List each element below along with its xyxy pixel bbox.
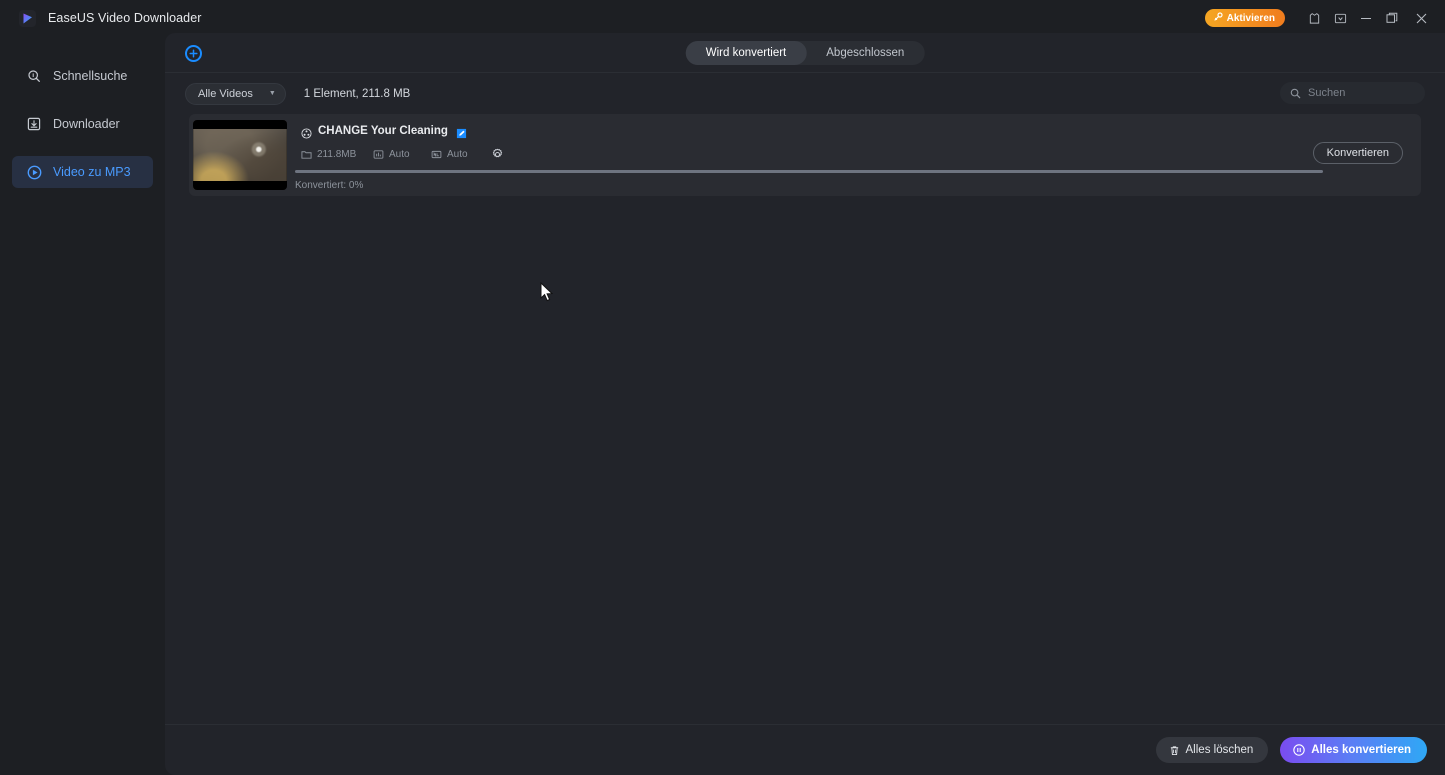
folder-icon bbox=[301, 149, 312, 160]
activate-label: Aktivieren bbox=[1227, 13, 1275, 24]
maximize-icon[interactable] bbox=[1379, 0, 1405, 36]
clear-all-button[interactable]: Alles löschen bbox=[1156, 737, 1269, 763]
download-box-icon bbox=[26, 116, 42, 132]
clear-all-label: Alles löschen bbox=[1186, 744, 1254, 756]
search-icon bbox=[26, 68, 42, 84]
sidebar-item-video-zu-mp3[interactable]: Video zu MP3 bbox=[12, 156, 153, 188]
menu-dropdown-icon[interactable] bbox=[1327, 0, 1353, 36]
meta-filesize: 211.8MB bbox=[301, 149, 373, 160]
app-logo-icon bbox=[19, 10, 36, 27]
play-circle-icon bbox=[26, 164, 42, 180]
progress-label: Konvertiert: 0% bbox=[295, 180, 363, 191]
convert-all-button[interactable]: Alles konvertieren bbox=[1280, 737, 1427, 763]
app-window: EaseUS Video Downloader Aktivieren bbox=[0, 0, 1445, 775]
filter-bar: Alle Videos ▼ 1 Element, 211.8 MB bbox=[165, 73, 1445, 114]
gift-icon[interactable] bbox=[1301, 0, 1327, 36]
video-format-icon bbox=[373, 149, 384, 160]
conversion-list: CHANGE Your Cleaning bbox=[165, 114, 1445, 704]
sidebar-item-downloader[interactable]: Downloader bbox=[12, 108, 153, 140]
content-panel: Wird konvertiert Abgeschlossen Alle Vide… bbox=[165, 33, 1445, 775]
plus-circle-icon[interactable] bbox=[185, 45, 202, 62]
play-pause-circle-icon bbox=[1293, 744, 1305, 756]
edit-square-icon[interactable] bbox=[456, 126, 467, 137]
list-item-meta: 211.8MB Auto bbox=[301, 148, 1421, 161]
sidebar: Schnellsuche Downloader Video zu MP3 bbox=[0, 36, 165, 775]
app-title: EaseUS Video Downloader bbox=[48, 11, 202, 25]
progress-bar bbox=[295, 170, 1323, 173]
film-reel-icon bbox=[301, 126, 312, 137]
meta-video-format: Auto bbox=[373, 149, 431, 160]
chevron-down-icon: ▼ bbox=[269, 90, 276, 97]
search-input[interactable] bbox=[1308, 87, 1445, 99]
footer-bar: Alles löschen Alles konvertieren bbox=[165, 724, 1445, 775]
gear-icon[interactable] bbox=[491, 148, 504, 161]
video-type-select[interactable]: Alle Videos ▼ bbox=[185, 83, 286, 105]
video-type-select-value: Alle Videos bbox=[198, 88, 253, 100]
thumbnail-image bbox=[193, 120, 287, 190]
minimize-icon[interactable] bbox=[1353, 0, 1379, 36]
search-icon bbox=[1290, 88, 1301, 99]
status-tabs: Wird konvertiert Abgeschlossen bbox=[686, 41, 925, 65]
tab-abgeschlossen[interactable]: Abgeschlossen bbox=[806, 41, 924, 65]
activate-button[interactable]: Aktivieren bbox=[1205, 9, 1285, 27]
list-item[interactable]: CHANGE Your Cleaning bbox=[189, 114, 1421, 196]
letterbox-bottom bbox=[193, 181, 287, 190]
sidebar-item-schnellsuche[interactable]: Schnellsuche bbox=[12, 60, 153, 92]
progress-track bbox=[295, 170, 1323, 173]
title-bar: EaseUS Video Downloader Aktivieren bbox=[0, 0, 1445, 36]
item-count-text: 1 Element, 211.8 MB bbox=[304, 88, 411, 100]
close-icon[interactable] bbox=[1405, 0, 1437, 36]
sidebar-item-label: Schnellsuche bbox=[53, 70, 127, 83]
key-icon bbox=[1213, 12, 1223, 25]
meta-video-format-value: Auto bbox=[389, 149, 410, 160]
sidebar-item-label: Downloader bbox=[53, 118, 120, 131]
list-item-title: CHANGE Your Cleaning bbox=[318, 125, 448, 137]
meta-audio-format: Auto bbox=[431, 149, 489, 160]
meta-filesize-value: 211.8MB bbox=[317, 149, 356, 160]
letterbox-top bbox=[193, 120, 287, 129]
content-toolbar: Wird konvertiert Abgeschlossen bbox=[165, 33, 1445, 73]
audio-format-icon bbox=[431, 149, 442, 160]
window-controls: Aktivieren bbox=[1205, 0, 1437, 36]
tab-wird-konvertiert[interactable]: Wird konvertiert bbox=[686, 41, 807, 65]
convert-all-label: Alles konvertieren bbox=[1311, 744, 1411, 756]
sidebar-item-label: Video zu MP3 bbox=[53, 166, 131, 179]
list-item-body: CHANGE Your Cleaning bbox=[287, 114, 1421, 196]
meta-audio-format-value: Auto bbox=[447, 149, 468, 160]
convert-button[interactable]: Konvertieren bbox=[1313, 142, 1403, 164]
list-item-title-row: CHANGE Your Cleaning bbox=[301, 125, 1421, 137]
search-box[interactable] bbox=[1280, 82, 1425, 104]
video-thumbnail bbox=[193, 120, 287, 190]
trash-icon bbox=[1169, 745, 1180, 756]
